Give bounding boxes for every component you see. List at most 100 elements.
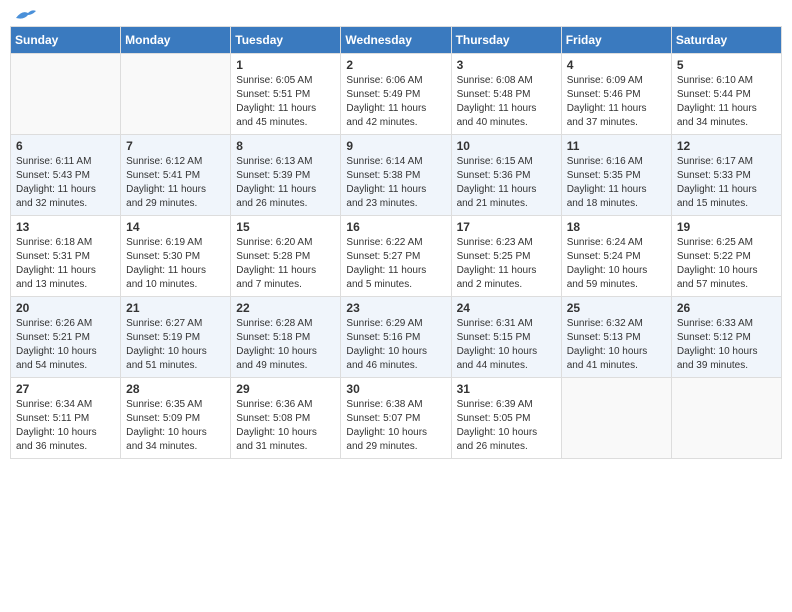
calendar-cell: 27 Sunrise: 6:34 AMSunset: 5:11 PMDayligh… [11,378,121,459]
calendar-cell: 18 Sunrise: 6:24 AMSunset: 5:24 PMDayligh… [561,216,671,297]
day-info: Sunrise: 6:14 AMSunset: 5:38 PMDaylight:… [346,155,445,211]
calendar-cell: 12 Sunrise: 6:17 AMSunset: 5:33 PMDayligh… [671,135,781,216]
day-info: Sunrise: 6:32 AMSunset: 5:13 PMDaylight:… [567,317,666,373]
calendar-cell: 3 Sunrise: 6:08 AMSunset: 5:48 PMDaylight… [451,54,561,135]
day-info: Sunrise: 6:12 AMSunset: 5:41 PMDaylight:… [126,155,225,211]
day-info: Sunrise: 6:28 AMSunset: 5:18 PMDaylight:… [236,317,335,373]
calendar-cell: 30 Sunrise: 6:38 AMSunset: 5:07 PMDayligh… [341,378,451,459]
day-info: Sunrise: 6:35 AMSunset: 5:09 PMDaylight:… [126,398,225,454]
day-info: Sunrise: 6:36 AMSunset: 5:08 PMDaylight:… [236,398,335,454]
calendar-cell: 11Sunrise: 6:16 AMSunset: 5:35 PMDayligh… [561,135,671,216]
day-info: Sunrise: 6:05 AMSunset: 5:51 PMDaylight:… [236,74,335,130]
calendar-week-row: 27 Sunrise: 6:34 AMSunset: 5:11 PMDayligh… [11,378,782,459]
day-number: 1 [236,58,335,72]
calendar-cell: 24 Sunrise: 6:31 AMSunset: 5:15 PMDayligh… [451,297,561,378]
calendar-cell: 28Sunrise: 6:35 AMSunset: 5:09 PMDayligh… [121,378,231,459]
calendar-cell: 15Sunrise: 6:20 AMSunset: 5:28 PMDayligh… [231,216,341,297]
calendar-week-row: 6 Sunrise: 6:11 AMSunset: 5:43 PMDaylight… [11,135,782,216]
day-number: 2 [346,58,445,72]
calendar-cell: 4 Sunrise: 6:09 AMSunset: 5:46 PMDaylight… [561,54,671,135]
day-number: 15 [236,220,335,234]
calendar-cell: 23 Sunrise: 6:29 AMSunset: 5:16 PMDayligh… [341,297,451,378]
day-number: 21 [126,301,225,315]
day-number: 9 [346,139,445,153]
calendar-cell [561,378,671,459]
day-info: Sunrise: 6:08 AMSunset: 5:48 PMDaylight:… [457,74,556,130]
calendar-header-sunday: Sunday [11,27,121,54]
page-header [10,10,782,18]
day-number: 24 [457,301,556,315]
day-info: Sunrise: 6:23 AMSunset: 5:25 PMDaylight:… [457,236,556,292]
day-info: Sunrise: 6:31 AMSunset: 5:15 PMDaylight:… [457,317,556,373]
calendar-cell: 21 Sunrise: 6:27 AMSunset: 5:19 PMDayligh… [121,297,231,378]
calendar-cell [121,54,231,135]
calendar-cell: 20Sunrise: 6:26 AMSunset: 5:21 PMDayligh… [11,297,121,378]
day-number: 18 [567,220,666,234]
calendar-cell: 19 Sunrise: 6:25 AMSunset: 5:22 PMDayligh… [671,216,781,297]
calendar-cell: 7 Sunrise: 6:12 AMSunset: 5:41 PMDaylight… [121,135,231,216]
day-info: Sunrise: 6:38 AMSunset: 5:07 PMDaylight:… [346,398,445,454]
calendar-cell: 26Sunrise: 6:33 AMSunset: 5:12 PMDayligh… [671,297,781,378]
calendar-cell: 25 Sunrise: 6:32 AMSunset: 5:13 PMDayligh… [561,297,671,378]
calendar-header-row: SundayMondayTuesdayWednesdayThursdayFrid… [11,27,782,54]
day-number: 17 [457,220,556,234]
calendar-cell: 10Sunrise: 6:15 AMSunset: 5:36 PMDayligh… [451,135,561,216]
day-info: Sunrise: 6:16 AMSunset: 5:35 PMDaylight:… [567,155,666,211]
calendar-header-saturday: Saturday [671,27,781,54]
day-number: 12 [677,139,776,153]
day-number: 22 [236,301,335,315]
day-number: 16 [346,220,445,234]
day-number: 23 [346,301,445,315]
day-number: 7 [126,139,225,153]
day-info: Sunrise: 6:29 AMSunset: 5:16 PMDaylight:… [346,317,445,373]
calendar-cell: 1 Sunrise: 6:05 AMSunset: 5:51 PMDaylight… [231,54,341,135]
day-info: Sunrise: 6:26 AMSunset: 5:21 PMDaylight:… [16,317,115,373]
day-number: 31 [457,382,556,396]
day-info: Sunrise: 6:19 AMSunset: 5:30 PMDaylight:… [126,236,225,292]
day-number: 27 [16,382,115,396]
day-info: Sunrise: 6:09 AMSunset: 5:46 PMDaylight:… [567,74,666,130]
day-info: Sunrise: 6:11 AMSunset: 5:43 PMDaylight:… [16,155,115,211]
day-info: Sunrise: 6:18 AMSunset: 5:31 PMDaylight:… [16,236,115,292]
day-number: 5 [677,58,776,72]
calendar-cell [11,54,121,135]
calendar-cell: 5 Sunrise: 6:10 AMSunset: 5:44 PMDaylight… [671,54,781,135]
day-info: Sunrise: 6:17 AMSunset: 5:33 PMDaylight:… [677,155,776,211]
calendar-table: SundayMondayTuesdayWednesdayThursdayFrid… [10,26,782,459]
day-number: 14 [126,220,225,234]
day-number: 13 [16,220,115,234]
day-number: 19 [677,220,776,234]
calendar-week-row: 13 Sunrise: 6:18 AMSunset: 5:31 PMDayligh… [11,216,782,297]
day-number: 25 [567,301,666,315]
calendar-header-wednesday: Wednesday [341,27,451,54]
day-number: 4 [567,58,666,72]
day-info: Sunrise: 6:22 AMSunset: 5:27 PMDaylight:… [346,236,445,292]
day-number: 6 [16,139,115,153]
calendar-cell: 9 Sunrise: 6:14 AMSunset: 5:38 PMDaylight… [341,135,451,216]
day-number: 3 [457,58,556,72]
calendar-header-monday: Monday [121,27,231,54]
day-info: Sunrise: 6:13 AMSunset: 5:39 PMDaylight:… [236,155,335,211]
calendar-header-friday: Friday [561,27,671,54]
day-info: Sunrise: 6:25 AMSunset: 5:22 PMDaylight:… [677,236,776,292]
calendar-week-row: 20Sunrise: 6:26 AMSunset: 5:21 PMDayligh… [11,297,782,378]
day-info: Sunrise: 6:34 AMSunset: 5:11 PMDaylight:… [16,398,115,454]
day-info: Sunrise: 6:15 AMSunset: 5:36 PMDaylight:… [457,155,556,211]
calendar-cell: 8 Sunrise: 6:13 AMSunset: 5:39 PMDaylight… [231,135,341,216]
calendar-cell: 13 Sunrise: 6:18 AMSunset: 5:31 PMDayligh… [11,216,121,297]
calendar-header-tuesday: Tuesday [231,27,341,54]
calendar-cell: 14 Sunrise: 6:19 AMSunset: 5:30 PMDayligh… [121,216,231,297]
day-info: Sunrise: 6:27 AMSunset: 5:19 PMDaylight:… [126,317,225,373]
logo-bird-icon [14,8,36,22]
calendar-cell: 16 Sunrise: 6:22 AMSunset: 5:27 PMDayligh… [341,216,451,297]
day-info: Sunrise: 6:10 AMSunset: 5:44 PMDaylight:… [677,74,776,130]
calendar-header-thursday: Thursday [451,27,561,54]
day-info: Sunrise: 6:24 AMSunset: 5:24 PMDaylight:… [567,236,666,292]
day-number: 8 [236,139,335,153]
day-number: 26 [677,301,776,315]
day-number: 30 [346,382,445,396]
day-number: 29 [236,382,335,396]
calendar-cell: 2Sunrise: 6:06 AMSunset: 5:49 PMDaylight… [341,54,451,135]
day-info: Sunrise: 6:39 AMSunset: 5:05 PMDaylight:… [457,398,556,454]
calendar-cell: 22 Sunrise: 6:28 AMSunset: 5:18 PMDayligh… [231,297,341,378]
